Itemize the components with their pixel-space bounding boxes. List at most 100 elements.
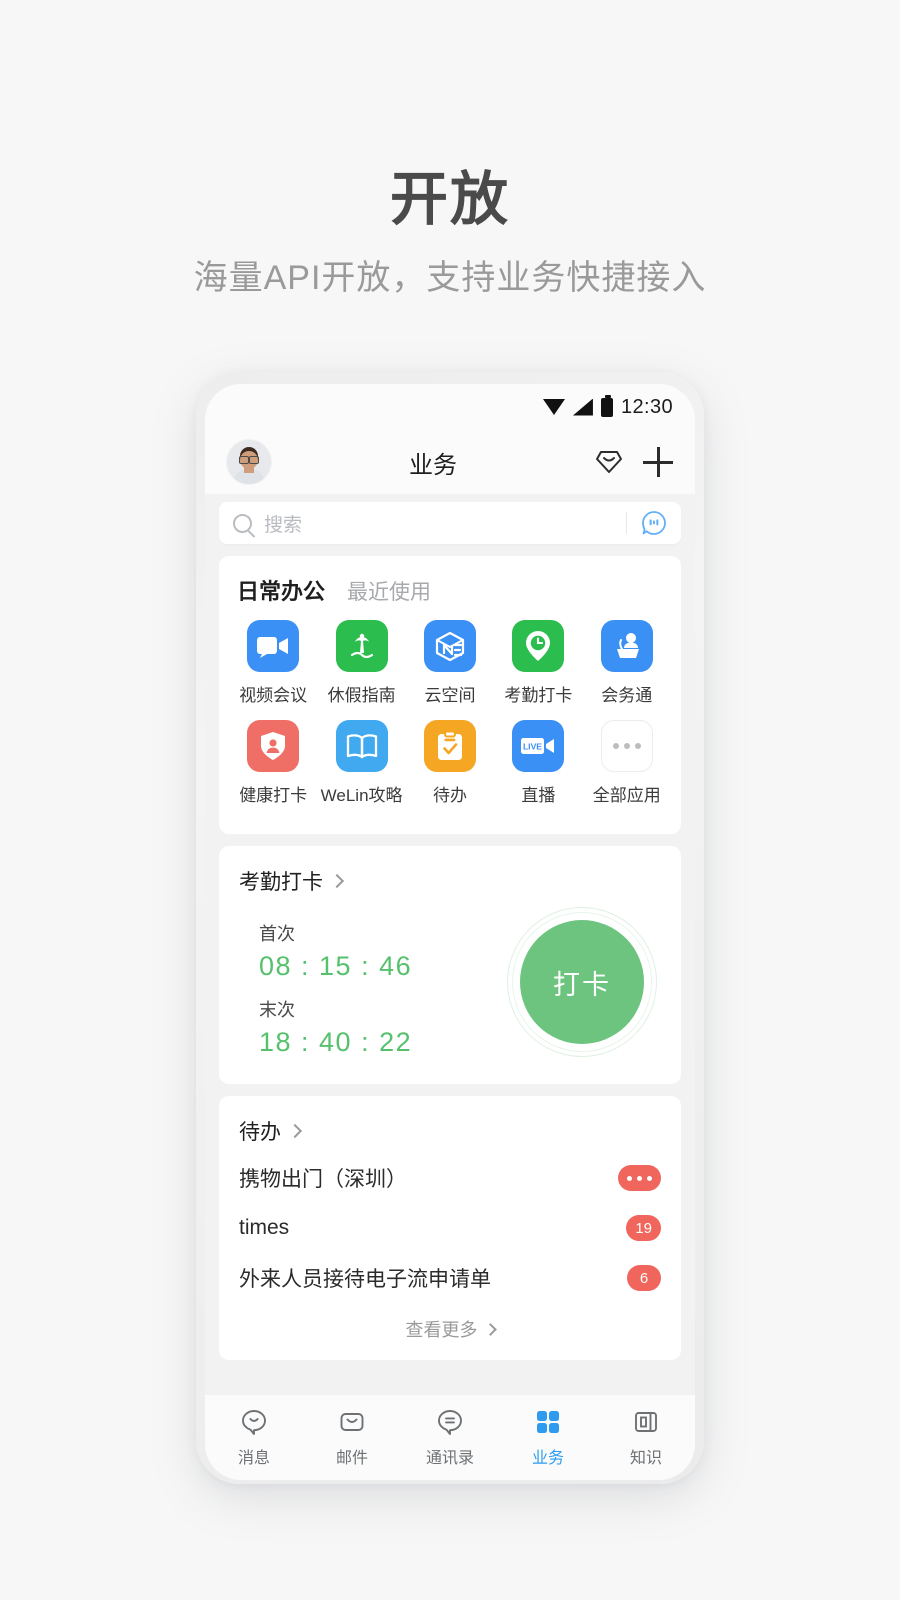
app-label: 直播 [521, 786, 556, 805]
book-knowledge-icon [635, 1412, 657, 1432]
status-bar: 12:30 [205, 384, 695, 430]
todo-card: 待办 携物出门（深圳） times 19 外来人员接待电子流申请单 6 查看更多 [219, 1096, 681, 1360]
app-header: 业务 [205, 430, 695, 494]
app-item-video-meeting[interactable]: 视频会议 [229, 620, 317, 706]
nav-item-messages[interactable]: 消息 [205, 1407, 303, 1468]
bottom-nav: 消息 邮件 通讯录 业务 知识 [205, 1394, 695, 1480]
app-label: 休假指南 [327, 686, 396, 705]
last-punch-time: 18 : 40 : 22 [259, 1027, 413, 1057]
app-label: 健康打卡 [239, 786, 308, 805]
attendance-header[interactable]: 考勤打卡 [219, 846, 681, 896]
diamond-icon[interactable] [595, 449, 623, 475]
view-more-label: 查看更多 [405, 1320, 478, 1340]
first-punch-time: 08 : 15 : 46 [259, 951, 413, 981]
avatar[interactable] [227, 440, 271, 484]
app-item-cloud-space[interactable]: 云空间 [406, 620, 494, 706]
apps-card: 日常办公 最近使用 视频会议 休假指南 云空间 考勤打卡 会务通 健康打卡 We… [219, 556, 681, 834]
app-item-conference[interactable]: 会务通 [583, 620, 671, 706]
chevron-right-icon [329, 873, 345, 889]
first-punch-label: 首次 [259, 924, 295, 944]
nav-label: 邮件 [335, 1450, 368, 1467]
last-punch-label: 末次 [259, 1000, 295, 1020]
todo-item-text: times [239, 1216, 290, 1239]
contacts-icon [438, 1410, 462, 1435]
app-item-attendance[interactable]: 考勤打卡 [494, 620, 582, 706]
nav-item-mail[interactable]: 邮件 [303, 1407, 401, 1468]
attendance-title: 考勤打卡 [239, 871, 323, 894]
search-bar[interactable]: 搜索 [219, 502, 681, 544]
chat-bubble-icon [242, 1410, 266, 1435]
status-badge: 6 [627, 1265, 661, 1291]
punch-inner-ring: 打卡 [512, 912, 652, 1052]
search-input[interactable]: 搜索 [264, 510, 626, 537]
search-bar-wrap: 搜索 [205, 502, 695, 544]
page-subtitle: 海量API开放，支持业务快捷接入 [193, 259, 707, 297]
podium-speaker-icon [600, 620, 653, 672]
phone-screen: 12:30 业务 搜索 日常办公 最近使用 视频会议 休假指南 云空间 考勤打卡… [205, 384, 695, 1480]
grid-apps-icon [537, 1411, 559, 1433]
nav-label: 业务 [531, 1450, 564, 1467]
more-dots-icon [600, 720, 653, 772]
robot-face-icon[interactable] [641, 510, 667, 536]
tab-daily-office[interactable]: 日常办公 [237, 574, 325, 606]
attendance-card[interactable]: 考勤打卡 首次 08 : 15 : 46 末次 18 : 40 : 22 打卡 [219, 846, 681, 1084]
todo-item-text: 携物出门（深圳） [239, 1168, 407, 1191]
page-title: 开放 [389, 167, 510, 232]
status-badge [618, 1165, 661, 1191]
app-item-welin-guide[interactable]: WeLin攻略 [317, 720, 405, 806]
app-item-live[interactable]: LIVE 直播 [494, 720, 582, 806]
promo-page: 开放 海量API开放，支持业务快捷接入 12:30 业务 搜索 日常办公 最近使… [0, 0, 900, 1600]
nav-item-contacts[interactable]: 通讯录 [401, 1407, 499, 1468]
battery-icon [600, 394, 613, 417]
todo-title: 待办 [239, 1121, 281, 1144]
mail-icon [340, 1413, 364, 1431]
punch-button[interactable]: 打卡 [520, 920, 644, 1044]
status-time: 12:30 [620, 395, 673, 418]
app-label: 考勤打卡 [504, 686, 573, 705]
nav-item-business[interactable]: 业务 [499, 1407, 597, 1468]
plus-icon[interactable] [643, 447, 673, 477]
signal-icon [572, 398, 593, 416]
app-item-leave-guide[interactable]: 休假指南 [317, 620, 405, 706]
list-item[interactable]: times 19 [219, 1204, 681, 1252]
apps-grid: 视频会议 休假指南 云空间 考勤打卡 会务通 健康打卡 WeLin攻略 待办 L… [219, 610, 681, 834]
svg-text:LIVE: LIVE [523, 742, 542, 752]
tab-recent[interactable]: 最近使用 [347, 576, 431, 606]
palm-tree-icon [335, 620, 388, 672]
chevron-right-icon [287, 1123, 303, 1139]
list-item[interactable]: 外来人员接待电子流申请单 6 [219, 1252, 681, 1304]
nav-label: 知识 [629, 1450, 662, 1467]
chevron-right-icon [483, 1322, 497, 1336]
app-label: 会务通 [601, 686, 653, 705]
todo-item-text: 外来人员接待电子流申请单 [239, 1268, 491, 1291]
app-label: WeLin攻略 [320, 786, 403, 805]
view-more-button[interactable]: 查看更多 [219, 1304, 681, 1360]
nav-item-knowledge[interactable]: 知识 [597, 1407, 695, 1468]
clipboard-check-icon [423, 720, 476, 772]
ne-cube-icon [423, 620, 476, 672]
search-icon [233, 513, 252, 533]
list-item[interactable]: 携物出门（深圳） [219, 1152, 681, 1204]
apps-tabs: 日常办公 最近使用 [219, 556, 681, 610]
shield-person-icon [247, 720, 300, 772]
app-label: 全部应用 [592, 786, 661, 805]
app-item-todo[interactable]: 待办 [406, 720, 494, 806]
live-camera-icon: LIVE [512, 720, 565, 772]
nav-label: 消息 [237, 1450, 270, 1467]
attendance-times: 首次 08 : 15 : 46 末次 18 : 40 : 22 [239, 906, 507, 1058]
app-label: 待办 [432, 786, 467, 805]
search-divider [626, 512, 627, 534]
header-title: 业务 [409, 451, 457, 479]
open-book-icon [335, 720, 388, 772]
wifi-icon [542, 399, 565, 415]
nav-label: 通讯录 [425, 1450, 474, 1467]
app-label: 视频会议 [239, 686, 308, 705]
app-item-all-apps[interactable]: 全部应用 [583, 720, 671, 806]
location-clock-icon [512, 620, 565, 672]
status-badge: 19 [626, 1215, 661, 1241]
punch-outer-ring: 打卡 [507, 907, 657, 1057]
video-camera-icon [247, 620, 300, 672]
app-label: 云空间 [424, 686, 476, 705]
todo-header[interactable]: 待办 [219, 1096, 681, 1152]
app-item-health-check[interactable]: 健康打卡 [229, 720, 317, 806]
